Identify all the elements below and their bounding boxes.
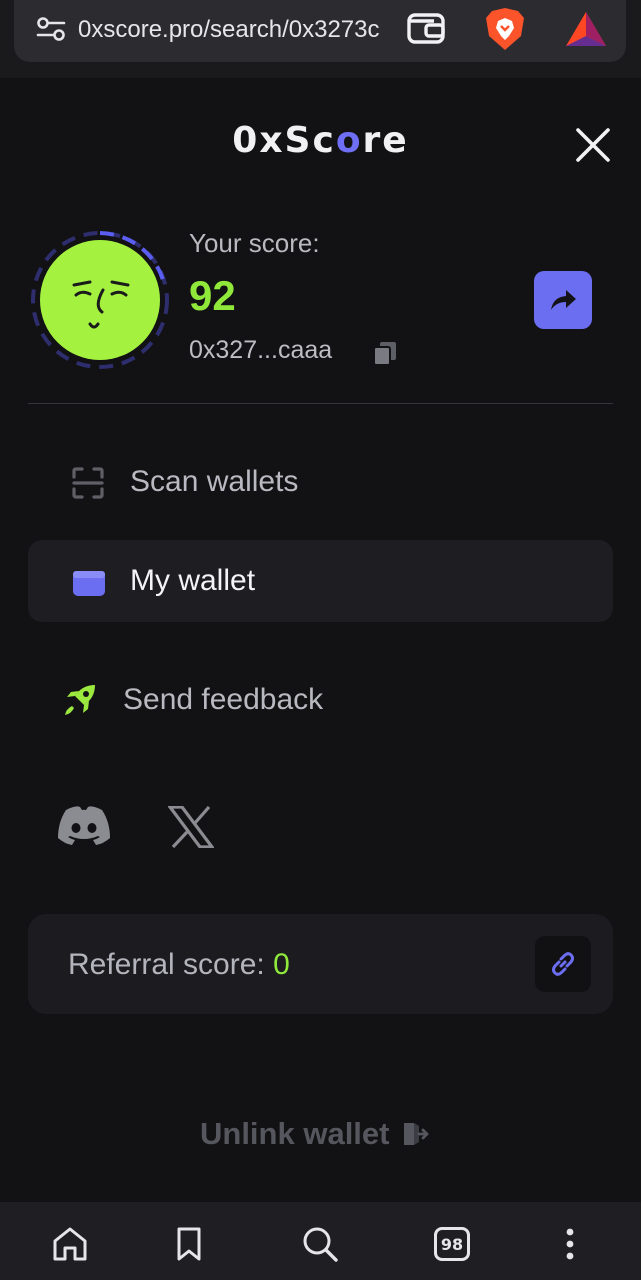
brand-prefix: 0xSc (232, 120, 336, 161)
brand-suffix: re (362, 120, 409, 161)
brand-logo: 0xScore (0, 120, 641, 161)
unlink-wallet-button[interactable]: Unlink wallet (200, 1116, 430, 1152)
brand-o: o (335, 120, 363, 161)
brave-icon[interactable] (484, 6, 526, 52)
link-icon (552, 952, 574, 976)
referral-score: Referral score: 0 (68, 948, 290, 982)
menu-item-my-wallet[interactable]: My wallet (28, 540, 613, 622)
home-icon (53, 1227, 87, 1261)
bat-icon[interactable] (564, 10, 608, 48)
browser-bottom-nav: 98 (0, 1202, 641, 1280)
rocket-icon (65, 685, 95, 715)
menu-item-scan-wallets[interactable]: Scan wallets (28, 441, 613, 523)
wallet-icon[interactable] (406, 10, 446, 46)
referral-card: Referral score: 0 (28, 914, 613, 1014)
search-icon (303, 1227, 338, 1262)
discord-icon[interactable] (56, 804, 112, 848)
tune-icon[interactable] (36, 16, 66, 42)
more-menu-button[interactable] (550, 1224, 590, 1264)
referral-label: Referral score: (68, 948, 274, 981)
share-icon (551, 290, 576, 310)
close-icon[interactable] (572, 124, 614, 166)
bookmarks-button[interactable] (169, 1224, 209, 1264)
menu-label-my-wallet: My wallet (130, 564, 256, 597)
menu-label-scan-wallets: Scan wallets (130, 465, 299, 498)
score-value: 92 (189, 272, 236, 319)
wallet-address: 0x327...caaa (189, 336, 333, 364)
referral-value: 0 (273, 948, 290, 981)
avatar (31, 231, 169, 369)
copy-icon[interactable] (372, 340, 398, 366)
wallet-icon (73, 571, 105, 596)
scan-icon (72, 467, 104, 499)
unlink-wallet-label: Unlink wallet (200, 1116, 390, 1151)
x-logo-icon[interactable] (168, 806, 214, 848)
menu-label-send-feedback: Send feedback (123, 683, 324, 716)
tabs-count: 98 (434, 1227, 470, 1261)
copy-referral-link-button[interactable] (535, 936, 591, 992)
address-bar[interactable]: 0xscore.pro/search/0x3273c (14, 0, 626, 62)
home-button[interactable] (50, 1224, 90, 1264)
more-vertical-icon (566, 1228, 574, 1260)
logout-icon (404, 1123, 430, 1145)
url-text[interactable]: 0xscore.pro/search/0x3273c (78, 16, 400, 44)
score-label: Your score: (189, 228, 320, 258)
menu-item-send-feedback[interactable]: Send feedback (28, 660, 613, 742)
divider (28, 403, 613, 404)
search-button[interactable] (300, 1224, 340, 1264)
browser-toolbar: 0xscore.pro/search/0x3273c (0, 0, 641, 78)
tabs-button[interactable]: 98 (432, 1224, 472, 1264)
share-button[interactable] (534, 271, 592, 329)
bookmark-icon (177, 1227, 201, 1261)
